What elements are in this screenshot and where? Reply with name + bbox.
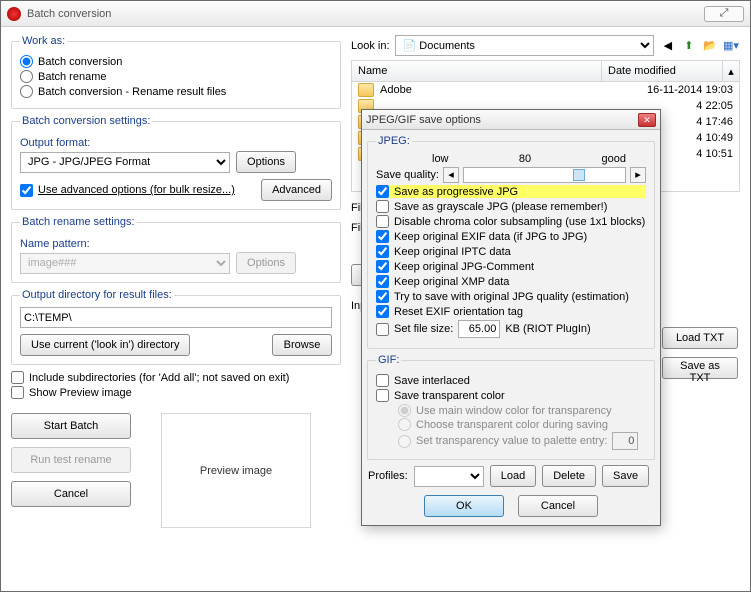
output-directory-input[interactable] xyxy=(20,307,332,328)
batch-conversion-window: Batch conversion ⤢ Work as: Batch conver… xyxy=(0,0,751,592)
palette-entry-input xyxy=(612,432,638,450)
keep-xmp-check[interactable]: Keep original XMP data xyxy=(376,275,646,288)
preview-image-box: Preview image xyxy=(161,413,311,528)
scroll-up-icon[interactable]: ▴ xyxy=(723,65,739,78)
disable-chroma-check[interactable]: Disable chroma color subsampling (use 1x… xyxy=(376,215,646,228)
brs-legend: Batch rename settings: xyxy=(20,216,137,228)
advanced-button[interactable]: Advanced xyxy=(261,179,332,201)
profile-delete-button[interactable]: Delete xyxy=(542,465,596,487)
use-current-dir-button[interactable]: Use current ('look in') directory xyxy=(20,334,190,356)
rename-options-button: Options xyxy=(236,252,296,274)
include-subdirs-check[interactable]: Include subdirectories (for 'Add all'; n… xyxy=(11,371,341,384)
dialog-close-button[interactable]: ✕ xyxy=(638,113,656,127)
quality-low-label: low xyxy=(432,153,449,165)
progressive-jpg-check[interactable]: Save as progressive JPG xyxy=(376,185,646,198)
jpeg-gif-options-dialog: JPEG/GIF save options ✕ JPEG: low 80 goo… xyxy=(361,109,661,526)
quality-good-label: good xyxy=(602,153,626,165)
radio-batch-conversion[interactable]: Batch conversion xyxy=(20,55,332,68)
gif-group: GIF: Save interlaced Save transparent co… xyxy=(367,354,655,460)
folder-icon xyxy=(358,83,374,97)
file-list-header: Name Date modified ▴ xyxy=(351,60,740,82)
save-as-txt-button[interactable]: Save as TXT xyxy=(662,357,738,379)
close-button[interactable]: ⤢ xyxy=(704,6,744,22)
work-as-legend: Work as: xyxy=(20,35,67,47)
gif-main-window-color-radio: Use main window color for transparency xyxy=(398,404,646,417)
gif-choose-color-radio: Choose transparent color during saving xyxy=(398,418,646,431)
save-interlaced-check[interactable]: Save interlaced xyxy=(376,374,646,387)
name-pattern-select: image### xyxy=(20,253,230,274)
back-icon[interactable]: ◀ xyxy=(659,37,677,55)
gif-palette-entry-radio: Set transparency value to palette entry: xyxy=(398,432,646,450)
reset-exif-orientation-check[interactable]: Reset EXIF orientation tag xyxy=(376,305,646,318)
output-format-label: Output format: xyxy=(20,137,332,149)
output-format-select[interactable]: JPG - JPG/JPEG Format xyxy=(20,152,230,173)
show-preview-check[interactable]: Show Preview image xyxy=(11,386,341,399)
profile-load-button[interactable]: Load xyxy=(490,465,536,487)
browse-button[interactable]: Browse xyxy=(272,334,332,356)
keep-exif-check[interactable]: Keep original EXIF data (if JPG to JPG) xyxy=(376,230,646,243)
format-options-button[interactable]: Options xyxy=(236,151,296,173)
quality-inc-button[interactable]: ▸ xyxy=(630,167,646,183)
original-quality-check[interactable]: Try to save with original JPG quality (e… xyxy=(376,290,646,303)
batch-conversion-settings-group: Batch conversion settings: Output format… xyxy=(11,115,341,210)
col-date[interactable]: Date modified xyxy=(602,61,723,81)
dialog-cancel-button[interactable]: Cancel xyxy=(518,495,598,517)
profile-save-button[interactable]: Save xyxy=(602,465,649,487)
look-in-select[interactable]: 📄 Documents xyxy=(395,35,654,56)
quality-slider[interactable] xyxy=(463,167,626,183)
save-quality-label: Save quality: xyxy=(376,169,439,181)
list-item[interactable]: Adobe16-11-2014 19:03 xyxy=(352,82,739,98)
profiles-select[interactable] xyxy=(414,466,484,487)
slider-thumb[interactable] xyxy=(573,169,585,181)
file-size-input[interactable] xyxy=(458,320,500,338)
start-batch-button[interactable]: Start Batch xyxy=(11,413,131,439)
new-folder-icon[interactable]: 📂 xyxy=(701,37,719,55)
keep-jpg-comment-check[interactable]: Keep original JPG-Comment xyxy=(376,260,646,273)
ok-button[interactable]: OK xyxy=(424,495,504,517)
titlebar: Batch conversion ⤢ xyxy=(1,1,750,27)
up-icon[interactable]: ⬆ xyxy=(680,37,698,55)
radio-batch-conversion-rename[interactable]: Batch conversion - Rename result files xyxy=(20,85,332,98)
radio-batch-rename[interactable]: Batch rename xyxy=(20,70,332,83)
gif-legend: GIF: xyxy=(376,354,401,366)
col-name[interactable]: Name xyxy=(352,61,602,81)
save-transparent-check[interactable]: Save transparent color xyxy=(376,389,646,402)
output-directory-group: Output directory for result files: Use c… xyxy=(11,289,341,365)
dialog-titlebar: JPEG/GIF save options ✕ xyxy=(362,110,660,130)
view-menu-icon[interactable]: ▦▾ xyxy=(722,37,740,55)
name-pattern-label: Name pattern: xyxy=(20,238,332,250)
run-test-rename-button: Run test rename xyxy=(11,447,131,473)
work-as-group: Work as: Batch conversion Batch rename B… xyxy=(11,35,341,109)
app-icon xyxy=(7,7,21,21)
set-file-size-row: Set file size: KB (RIOT PlugIn) xyxy=(376,320,646,338)
set-file-size-check[interactable] xyxy=(376,323,389,336)
look-in-label: Look in: xyxy=(351,40,390,52)
dialog-title: JPEG/GIF save options xyxy=(366,114,638,126)
jpeg-legend: JPEG: xyxy=(376,135,412,147)
nav-icons: ◀ ⬆ 📂 ▦▾ xyxy=(659,37,740,55)
jpeg-group: JPEG: low 80 good Save quality: ◂ ▸ Save… xyxy=(367,135,655,349)
batch-rename-settings-group: Batch rename settings: Name pattern: ima… xyxy=(11,216,341,283)
profiles-label: Profiles: xyxy=(368,470,408,482)
outdir-legend: Output directory for result files: xyxy=(20,289,174,301)
bcs-legend: Batch conversion settings: xyxy=(20,115,152,127)
use-advanced-check[interactable]: Use advanced options (for bulk resize...… xyxy=(20,184,255,197)
window-title: Batch conversion xyxy=(27,8,704,20)
grayscale-jpg-check[interactable]: Save as grayscale JPG (please remember!) xyxy=(376,200,646,213)
quality-value-label: 80 xyxy=(519,153,531,165)
keep-iptc-check[interactable]: Keep original IPTC data xyxy=(376,245,646,258)
quality-dec-button[interactable]: ◂ xyxy=(443,167,459,183)
cancel-button[interactable]: Cancel xyxy=(11,481,131,507)
load-txt-button[interactable]: Load TXT xyxy=(662,327,738,349)
